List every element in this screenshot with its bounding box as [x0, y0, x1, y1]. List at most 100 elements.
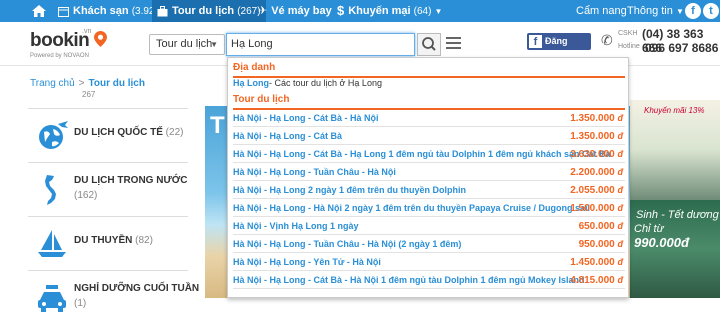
top-nav-bar: Khách sạn (3.929) Tour du lịch (267) ✈ Vé… — [0, 0, 720, 22]
currency-symbol: đ — [617, 167, 624, 177]
sidebar-item-domestic[interactable]: DU LỊCH TRONG NƯỚC (162) — [28, 162, 188, 216]
globe-plane-icon — [39, 121, 68, 149]
tour-price: 3.630.000 — [570, 149, 615, 160]
tour-suggestion-row[interactable]: Hà Nội - Hạ Long - Tuần Châu - Hà Nội (2… — [233, 236, 625, 253]
search-suggestions-dropdown: Địa danh Hạ Long- Các tour du lịch ở Hạ … — [227, 57, 629, 298]
search-input[interactable]: Hạ Long — [226, 33, 415, 56]
category-select[interactable]: Tour du lịch ▼ — [149, 34, 225, 55]
sidebar-count-weekend: (1) — [74, 298, 87, 309]
destination-suggestion[interactable]: Hạ Long- Các tour du lịch ở Hạ Long — [233, 78, 382, 88]
home-icon[interactable] — [32, 0, 46, 22]
sidebar-item-cruise[interactable]: DU THUYỀN (82) — [28, 216, 188, 270]
nav-promotions-label: Khuyến mại — [348, 5, 411, 17]
tour-price: 1.500.000 — [570, 203, 615, 214]
nav-tours[interactable]: Tour du lịch (267) — [152, 0, 266, 22]
sidebar-item-weekend[interactable]: NGHỈ DƯỠNG CUỐI TUẦN (1) — [28, 270, 199, 324]
nav-promotions[interactable]: $ Khuyến mại (64) ▼ — [337, 0, 442, 22]
tour-suggestion-row[interactable]: Hà Nội - Hạ Long - Yên Tử - Hà Nội 1.450… — [233, 254, 625, 271]
nav-promotions-count: (64) — [413, 6, 432, 17]
tours-section-header: Tour du lịch — [233, 94, 625, 110]
promo-1-text: Khuyến mãi 13% — [644, 106, 705, 115]
currency-symbol: đ — [617, 275, 624, 285]
breadcrumb-separator: > — [78, 78, 85, 89]
sidebar-label-international: DU LỊCH QUỐC TẾ — [74, 127, 163, 138]
sidebar-label-domestic: DU LỊCH TRONG NƯỚC — [74, 175, 188, 186]
tour-name: Hà Nội - Hạ Long - Yên Tử - Hà Nội — [233, 257, 381, 267]
sidebar-count-domestic: (162) — [74, 190, 98, 201]
phone-icon: ✆ — [601, 32, 613, 48]
cskh-label: CSKH — [618, 30, 638, 37]
nav-info[interactable]: Thông tin ▼ — [627, 0, 684, 22]
sidebar-count-cruise: (82) — [135, 235, 153, 246]
facebook-icon[interactable]: f — [685, 3, 701, 19]
tour-price: 2.055.000 — [570, 185, 615, 196]
tour-price: 4.815.000 — [570, 275, 615, 286]
tour-name: Hà Nội - Hạ Long - Tuần Châu - Hà Nội — [233, 167, 396, 177]
tour-name: Hà Nội - Hạ Long - Hà Nội 2 ngày 1 đêm t… — [233, 203, 591, 213]
logo-tagline: Powered by NOVAON — [30, 53, 89, 59]
promo-2-prefix: Chỉ từ — [634, 223, 664, 235]
category-select-value: Tour du lịch — [156, 38, 213, 50]
nav-info-label: Thông tin — [627, 5, 673, 17]
tour-suggestion-row[interactable]: Hà Nội - Hạ Long - Cát Bà - Hà Nội 1 đêm… — [233, 272, 625, 289]
chevron-down-icon: ▼ — [210, 40, 218, 49]
promo-2-price: 990.000đ — [634, 235, 689, 250]
breadcrumb-current[interactable]: Tour du lịch — [89, 78, 145, 89]
facebook-login-button[interactable]: fĐăng nhập — [527, 33, 591, 63]
category-sidebar: DU LỊCH QUỐC TẾ (22) DU LỊCH TRONG NƯỚC … — [28, 108, 199, 324]
suitcase-icon — [157, 5, 168, 17]
promo-2-line-2: Chỉ từ 990.000đ — [634, 223, 720, 250]
currency-symbol: đ — [617, 131, 624, 141]
promo-banner-1[interactable] — [630, 100, 720, 200]
sailboat-icon — [38, 230, 66, 257]
banner-title: T — [210, 112, 225, 139]
tour-name: Hà Nội - Hạ Long 2 ngày 1 đêm trên du th… — [233, 185, 467, 195]
tour-price: 950.000 — [578, 239, 615, 250]
calendar-icon — [58, 6, 69, 17]
tour-price: 1.350.000 — [570, 131, 615, 142]
twitter-icon[interactable]: t — [703, 3, 719, 19]
currency-symbol: đ — [617, 149, 624, 159]
sidebar-count-international: (22) — [165, 127, 184, 138]
map-pin-icon — [94, 31, 108, 47]
hamburger-menu-icon[interactable] — [446, 37, 461, 49]
tour-name: Hà Nội - Hạ Long - Cát Bà - Hà Nội 1 đêm… — [233, 275, 585, 285]
search-icon — [422, 37, 436, 51]
sidebar-label-weekend: NGHỈ DƯỠNG CUỐI TUẦN — [74, 283, 200, 294]
tour-suggestion-row[interactable]: Hà Nội - Hạ Long - Tuần Châu - Hà Nội 2.… — [233, 164, 625, 181]
nav-flights-label: Vé máy bay — [271, 5, 332, 17]
tour-suggestion-row[interactable]: Hà Nội - Hạ Long - Cát Bà - Hạ Long 1 đê… — [233, 146, 625, 163]
tour-price: 1.350.000 — [570, 113, 615, 124]
tour-suggestion-row[interactable]: Hà Nội - Vịnh Hạ Long 1 ngày 650.000 đ — [233, 218, 625, 235]
logo-domain: .vn — [82, 28, 92, 35]
hotline-label: Hotline — [618, 43, 640, 50]
currency-symbol: đ — [617, 239, 624, 249]
car-icon — [38, 285, 66, 312]
nav-tours-label: Tour du lịch — [172, 5, 235, 17]
tour-suggestion-row[interactable]: Hà Nội - Hạ Long - Cát Bà - Hà Nội 1.350… — [233, 110, 625, 127]
tour-price: 1.450.000 — [570, 257, 615, 268]
tour-suggestion-row[interactable]: Hà Nội - Hạ Long - Cát Bà 1.350.000 đ — [233, 128, 625, 145]
dollar-icon: $ — [337, 3, 345, 19]
search-button[interactable] — [417, 33, 441, 56]
hotline-number: 096 697 8686 — [645, 41, 719, 55]
nav-flights[interactable]: ✈ Vé máy bay — [258, 0, 332, 22]
breadcrumb: Trang chủ > Tour du lịch — [30, 78, 145, 89]
currency-symbol: đ — [617, 257, 624, 267]
sidebar-item-international[interactable]: DU LỊCH QUỐC TẾ (22) — [28, 108, 188, 162]
sidebar-label-cruise: DU THUYỀN — [74, 235, 133, 246]
tour-suggestion-row[interactable]: Hà Nội - Hạ Long 2 ngày 1 đêm trên du th… — [233, 182, 625, 199]
nav-guide[interactable]: Cẩm nang — [576, 0, 627, 22]
currency-symbol: đ — [617, 185, 624, 195]
tour-price: 650.000 — [578, 221, 615, 232]
tour-suggestion-row[interactable]: Hà Nội - Hạ Long - Hà Nội 2 ngày 1 đêm t… — [233, 200, 625, 217]
site-logo[interactable]: bookin — [30, 30, 108, 52]
breadcrumb-home[interactable]: Trang chủ — [30, 78, 75, 89]
currency-symbol: đ — [617, 203, 624, 213]
tour-price: 2.200.000 — [570, 167, 615, 178]
promo-2-line-1: Sinh - Tết dương — [636, 209, 719, 221]
destination-description: - Các tour du lịch ở Hạ Long — [269, 78, 382, 88]
nav-hotels[interactable]: Khách sạn (3.929) — [58, 0, 163, 22]
destinations-section-header: Địa danh — [233, 62, 625, 78]
currency-symbol: đ — [617, 113, 624, 123]
